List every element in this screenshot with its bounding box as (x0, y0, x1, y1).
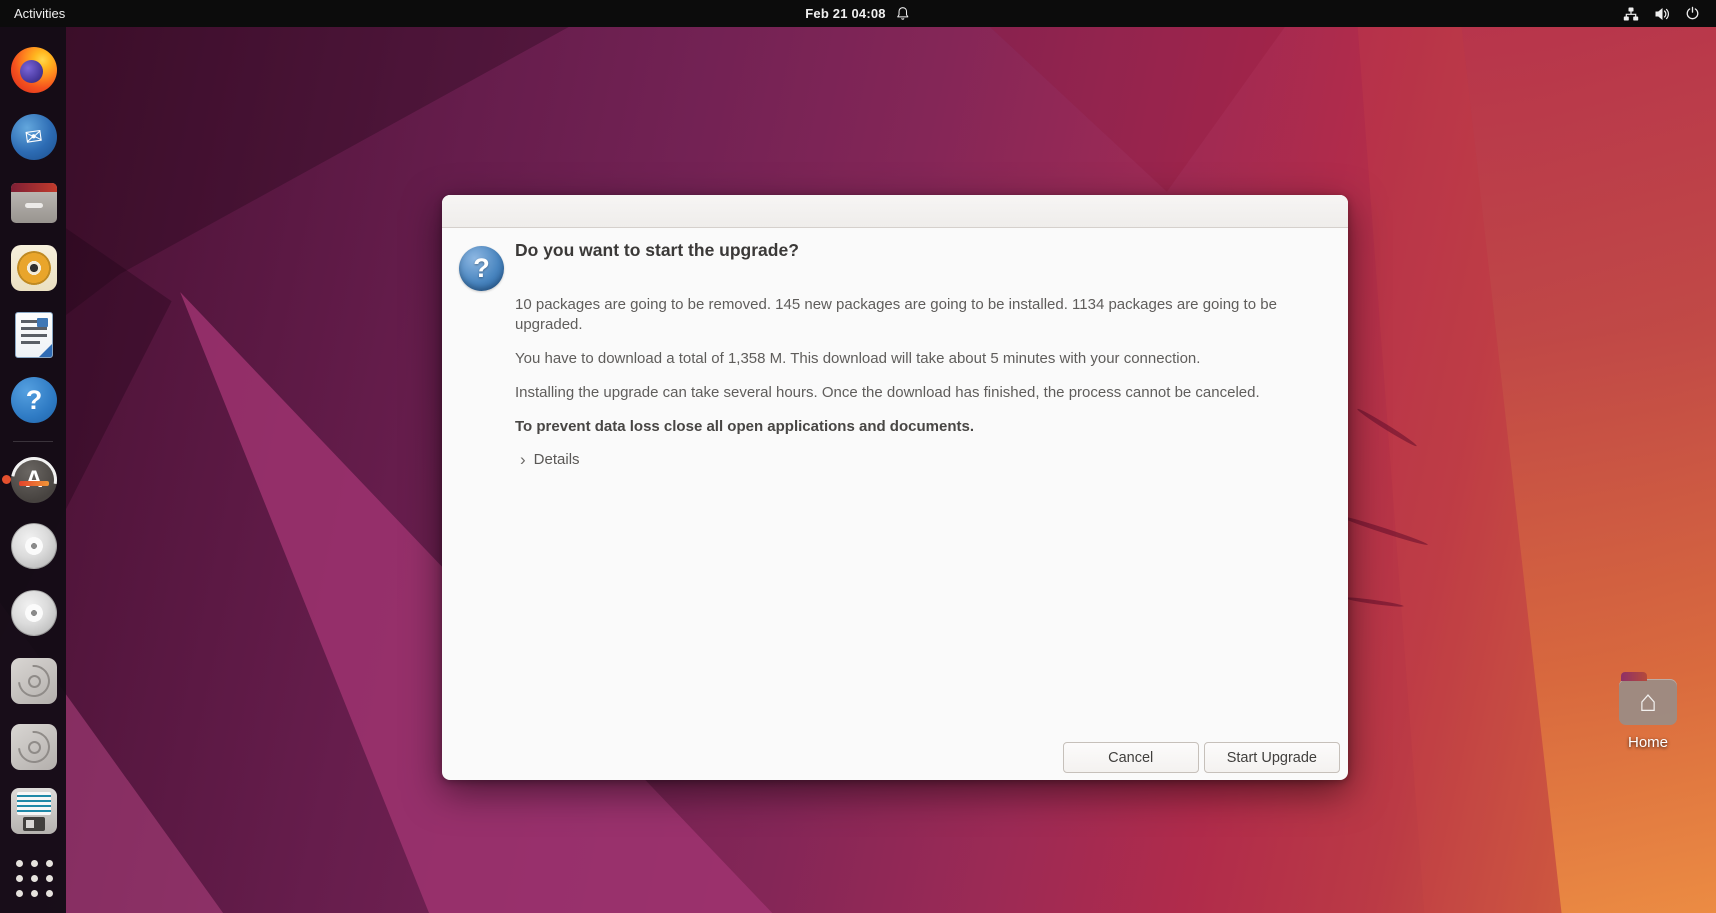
chevron-right-icon: › (520, 452, 526, 467)
start-upgrade-button[interactable]: Start Upgrade (1204, 742, 1340, 773)
dock-software-updater[interactable]: A (10, 456, 58, 504)
home-icon: ⌂ (1639, 679, 1657, 725)
power-icon (1685, 6, 1700, 21)
dialog-paragraph: 10 packages are going to be removed. 145… (515, 295, 1332, 335)
dock-show-applications[interactable] (10, 854, 58, 902)
question-icon: ? (459, 246, 504, 291)
dock-libreoffice-writer[interactable] (10, 311, 58, 359)
dialog-paragraph: You have to download a total of 1,358 M.… (515, 349, 1332, 369)
clock-menu[interactable]: Feb 21 04:08 (805, 0, 910, 27)
system-status-menu[interactable] (1615, 0, 1708, 27)
notification-bell-icon (896, 6, 911, 21)
disc-icon (11, 523, 57, 569)
updater-notification-dot (2, 475, 11, 484)
dialog-body: 10 packages are going to be removed. 145… (515, 295, 1332, 468)
dock-disk-player-1[interactable] (10, 657, 58, 705)
disk-player-icon (11, 658, 57, 704)
dock-thunderbird[interactable]: ✉ (10, 113, 58, 161)
desktop: Activities Feb 21 04:08 (0, 0, 1716, 913)
wallpaper-jellyfish-streak (1344, 596, 1404, 608)
help-icon: ? (11, 377, 57, 423)
dock-help[interactable]: ? (10, 376, 58, 424)
activities-button[interactable]: Activities (0, 0, 79, 27)
dialog-titlebar[interactable] (442, 195, 1348, 228)
rhythmbox-icon (11, 245, 57, 291)
upgrade-dialog: ? Do you want to start the upgrade? 10 p… (442, 195, 1348, 780)
details-expander[interactable]: › Details (520, 451, 580, 468)
clock-label: Feb 21 04:08 (805, 6, 885, 21)
dock-files[interactable] (10, 179, 58, 227)
dock-disk-player-2[interactable] (10, 723, 58, 771)
top-bar: Activities Feb 21 04:08 (0, 0, 1716, 27)
dock-floppy[interactable] (10, 787, 58, 835)
disk-player-icon (11, 724, 57, 770)
files-icon (11, 183, 57, 223)
volume-icon (1654, 6, 1670, 22)
details-label: Details (534, 451, 580, 468)
dialog-paragraph: Installing the upgrade can take several … (515, 383, 1332, 403)
dialog-warning: To prevent data loss close all open appl… (515, 417, 1332, 437)
disc-icon (11, 590, 57, 636)
dock-firefox[interactable] (10, 46, 58, 94)
dock-disc-1[interactable] (10, 522, 58, 570)
cancel-button[interactable]: Cancel (1063, 742, 1199, 773)
firefox-icon (11, 47, 57, 93)
app-grid-icon (14, 858, 54, 898)
dock: ✉ ? A (0, 27, 66, 913)
home-folder-shortcut[interactable]: ⌂ Home (1610, 672, 1686, 751)
software-updater-icon: A (11, 457, 57, 503)
libreoffice-writer-icon (15, 312, 53, 358)
dialog-button-row: Cancel Start Upgrade (1063, 742, 1340, 773)
dialog-title: Do you want to start the upgrade? (515, 240, 799, 261)
thunderbird-icon: ✉ (11, 114, 57, 160)
dock-rhythmbox[interactable] (10, 244, 58, 292)
home-folder-icon: ⌂ (1619, 679, 1677, 725)
floppy-icon (11, 788, 57, 834)
network-icon (1623, 6, 1639, 22)
home-folder-label: Home (1610, 734, 1686, 751)
dock-separator (13, 441, 53, 442)
dock-disc-2[interactable] (10, 589, 58, 637)
